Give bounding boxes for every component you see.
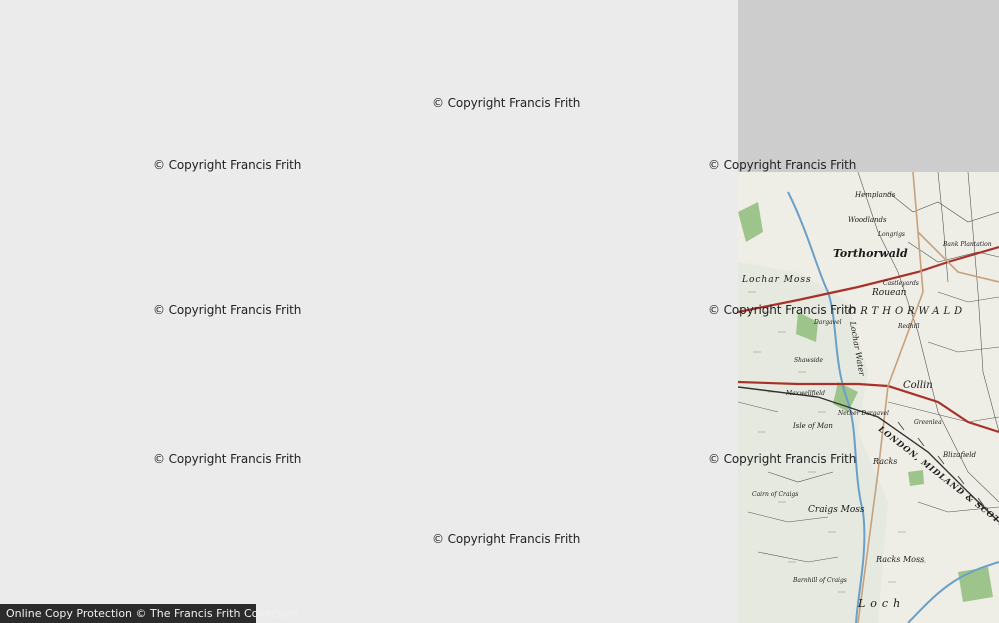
copyright-watermark: © Copyright Francis Frith	[153, 452, 302, 466]
place-loch: Loch	[857, 597, 905, 610]
place-nether-dargavel: Nether Dargavel	[837, 410, 889, 417]
copyright-watermark: © Copyright Francis Frith	[153, 158, 302, 172]
place-parish: ORTHORWALD	[848, 306, 966, 317]
place-racks-moss: Racks Moss	[875, 555, 924, 564]
place-rouean: Rouean	[871, 288, 907, 298]
place-redhill: Redhill	[897, 323, 920, 330]
map-tile[interactable]: Torthorwald Rouean Collin Lochar Moss Cr…	[738, 172, 999, 623]
place-greenlea: Greenlea	[914, 419, 942, 426]
place-collin: Collin	[903, 380, 933, 391]
place-bank-plantation: Bank Plantation	[942, 241, 992, 248]
copy-protection-footer: Online Copy Protection © The Francis Fri…	[0, 604, 298, 623]
copyright-watermark: © Copyright Francis Frith	[708, 303, 857, 317]
place-craigs-moss: Craigs Moss	[808, 505, 865, 515]
copyright-watermark: © Copyright Francis Frith	[153, 303, 302, 317]
place-hemplands: Hemplands	[854, 191, 896, 199]
copyright-watermark: © Copyright Francis Frith	[432, 532, 581, 546]
place-longrigs: Longrigs	[877, 231, 905, 238]
place-barnhill: Barnhill of Craigs	[792, 577, 847, 584]
place-lochar-moss: Lochar Moss	[741, 275, 812, 285]
copyright-watermark: © Copyright Francis Frith	[708, 452, 857, 466]
place-maxwellfield: Maxwellfield	[785, 390, 825, 397]
place-blizafield: Blizafield	[942, 451, 977, 459]
place-racks: Racks	[872, 457, 897, 466]
grey-placeholder-block	[738, 0, 999, 172]
place-torthorwald: Torthorwald	[833, 247, 908, 260]
copyright-watermark: © Copyright Francis Frith	[432, 96, 581, 110]
copyright-watermark: © Copyright Francis Frith	[708, 158, 857, 172]
place-cairn-of-craigs: Cairn of Craigs	[752, 491, 798, 498]
place-castleyards: Castleyards	[883, 280, 919, 287]
place-dargavel: Dargavel	[813, 319, 842, 326]
place-shawside: Shawside	[794, 357, 824, 364]
map-svg: Torthorwald Rouean Collin Lochar Moss Cr…	[738, 172, 999, 623]
place-woodlands: Woodlands	[848, 216, 887, 224]
place-isle-of-man: Isle of Man	[792, 422, 833, 430]
